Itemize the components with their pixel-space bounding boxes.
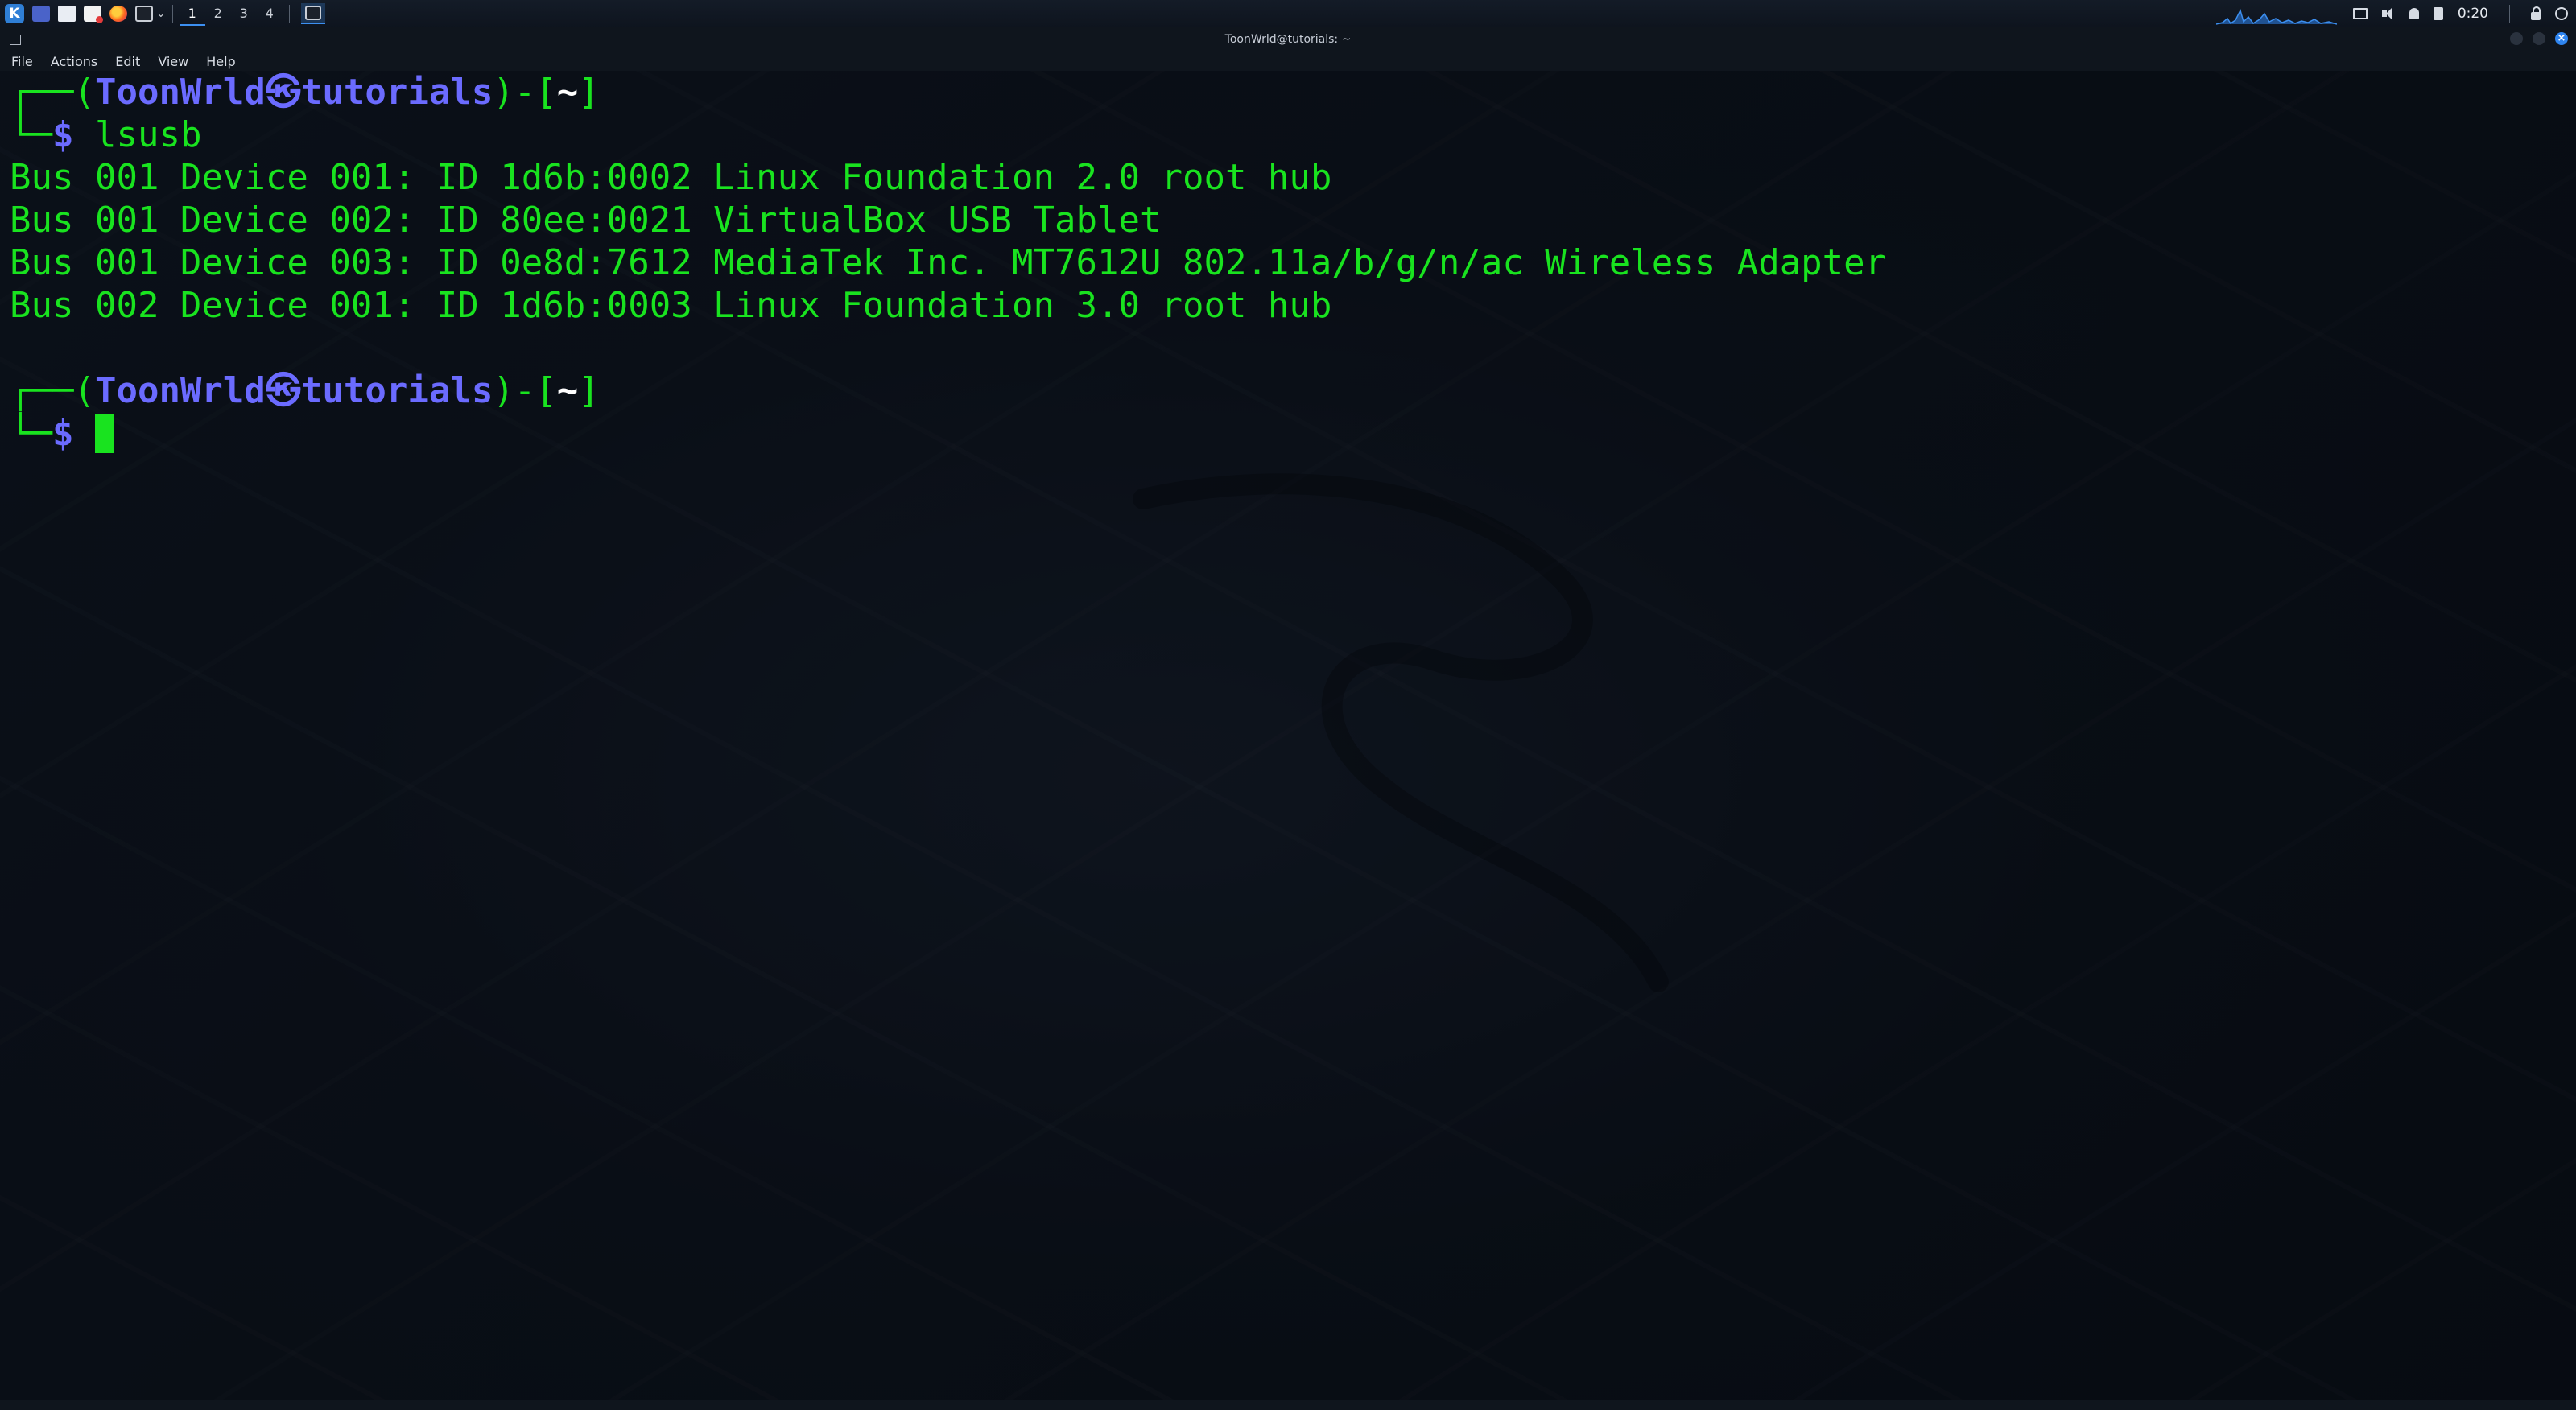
workspace-4[interactable]: 4 (257, 2, 283, 26)
desktop-icon[interactable] (32, 6, 50, 22)
prompt-dollar: $ (52, 114, 74, 155)
prompt-host: tutorials (300, 72, 493, 113)
prompt-path: ~ (556, 72, 579, 113)
battery-icon[interactable] (2433, 7, 2443, 20)
notification-icon[interactable] (2409, 8, 2419, 19)
prompt-symbol: ㉿ (265, 370, 301, 411)
menu-help[interactable]: Help (206, 54, 235, 69)
prompt-line: ┌──(ToonWrld㉿tutorials)-[~] (10, 369, 2576, 412)
panel-separator (288, 5, 290, 23)
menu-view[interactable]: View (158, 54, 188, 69)
input-line[interactable]: └─$ (10, 412, 2576, 455)
panel-separator (2509, 5, 2510, 23)
output-line: Bus 001 Device 003: ID 0e8d:7612 MediaTe… (10, 242, 1887, 283)
desktop: K ⌄ 1 2 3 4 0:20 ToonWrld@tutorials: ~ ×… (0, 0, 2576, 1410)
command-line: └─$ lsusb (10, 113, 2576, 156)
chevron-down-icon[interactable]: ⌄ (156, 7, 166, 20)
prompt-corner: ┌──( (10, 72, 95, 113)
prompt-user: ToonWrld (94, 370, 266, 411)
menu-actions[interactable]: Actions (51, 54, 97, 69)
file-manager-icon[interactable] (58, 6, 76, 22)
workspace-switcher: 1 2 3 4 (179, 2, 283, 26)
app-launcher: K ⌄ (0, 4, 166, 23)
text-cursor (94, 414, 114, 453)
prompt-path: ~ (556, 370, 579, 411)
terminal-window-icon[interactable] (10, 35, 21, 45)
taskbar-terminal-window[interactable] (300, 3, 325, 24)
prompt-line: ┌──(ToonWrld㉿tutorials)-[~] (10, 71, 2576, 113)
terminal-icon (304, 6, 321, 20)
window-controls: × (2510, 32, 2568, 45)
prompt-separator: )-[ (493, 72, 557, 113)
command-text: lsusb (94, 114, 202, 155)
clock[interactable]: 0:20 (2458, 6, 2488, 22)
prompt-dollar: $ (52, 413, 74, 454)
output-line: Bus 001 Device 001: ID 1d6b:0002 Linux F… (10, 157, 1332, 198)
prompt-corner: ┌──( (10, 370, 95, 411)
terminal-output[interactable]: ┌──(ToonWrld㉿tutorials)-[~] └─$ lsusb Bu… (0, 71, 2576, 1400)
lock-icon[interactable] (2531, 6, 2541, 20)
system-tray: 0:20 (2352, 5, 2576, 23)
prompt-close: ] (578, 370, 600, 411)
close-button[interactable]: × (2555, 32, 2568, 45)
kali-menu-icon[interactable]: K (5, 4, 24, 23)
window-bottom-border (0, 1400, 2576, 1410)
prompt-symbol: ㉿ (265, 72, 301, 113)
display-icon[interactable] (2352, 8, 2368, 19)
prompt-close: ] (578, 72, 600, 113)
maximize-button[interactable] (2533, 32, 2545, 45)
menu-bar: File Actions Edit View Help (0, 52, 2576, 71)
volume-icon[interactable] (2381, 7, 2395, 20)
workspace-1[interactable]: 1 (179, 2, 205, 26)
terminal-icon[interactable] (135, 6, 153, 22)
power-icon[interactable] (2555, 7, 2568, 20)
workspace-2[interactable]: 2 (205, 2, 231, 26)
cpu-graph[interactable] (2215, 2, 2337, 25)
prompt-host: tutorials (300, 370, 493, 411)
output-line: Bus 001 Device 002: ID 80ee:0021 Virtual… (10, 200, 1162, 241)
panel-separator (171, 5, 173, 23)
window-titlebar[interactable]: ToonWrld@tutorials: ~ × (0, 27, 2576, 52)
firefox-icon[interactable] (109, 6, 127, 22)
menu-file[interactable]: File (11, 54, 33, 69)
prompt-corner-bottom: └─ (10, 114, 52, 155)
workspace-3[interactable]: 3 (231, 2, 257, 26)
minimize-button[interactable] (2510, 32, 2523, 45)
prompt-separator: )-[ (493, 370, 557, 411)
prompt-user: ToonWrld (94, 72, 266, 113)
window-title: ToonWrld@tutorials: ~ (1224, 33, 1352, 46)
menu-edit[interactable]: Edit (115, 54, 140, 69)
output-line: Bus 002 Device 001: ID 1d6b:0003 Linux F… (10, 285, 1332, 326)
top-panel: K ⌄ 1 2 3 4 0:20 (0, 0, 2576, 27)
text-editor-icon[interactable] (84, 6, 103, 23)
prompt-corner-bottom: └─ (10, 413, 52, 454)
